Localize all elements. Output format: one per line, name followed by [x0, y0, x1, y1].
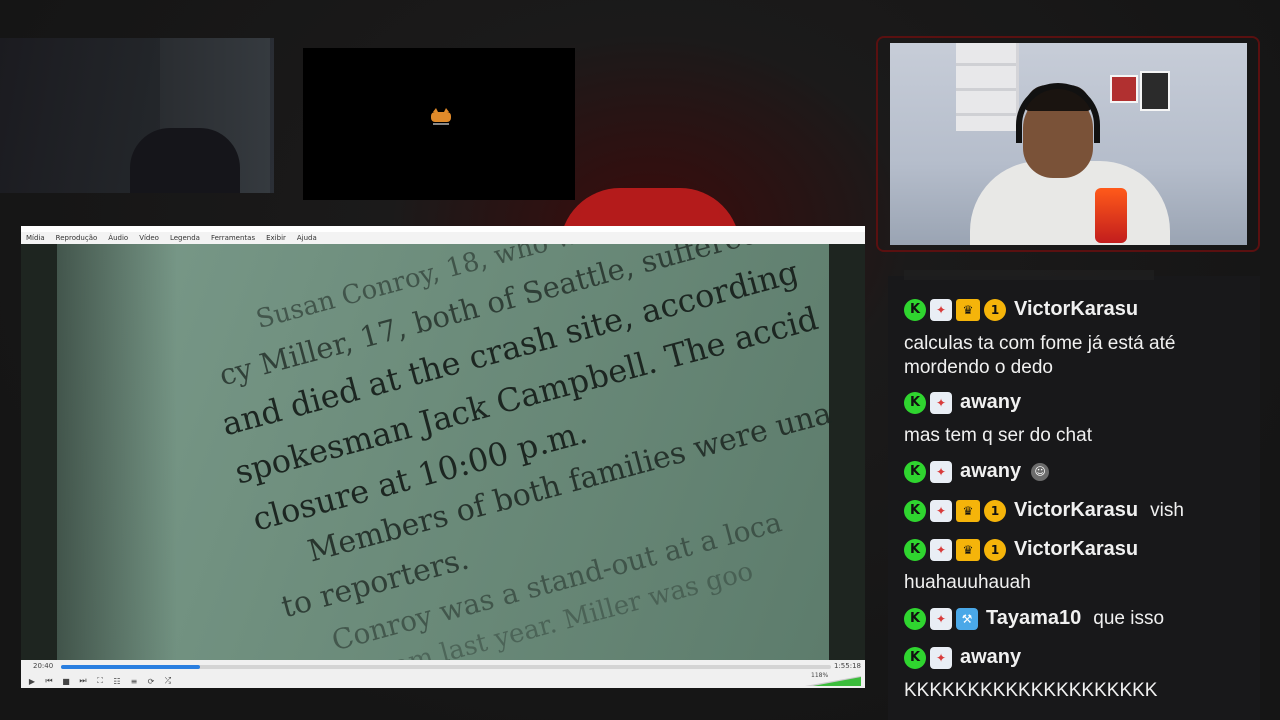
gift-badge-icon: ✦ — [930, 538, 952, 561]
chat-text: mas tem q ser do chat — [904, 425, 1092, 446]
emote-icon: ☺ — [1031, 462, 1050, 481]
chat-message: K ✦ ⚒ Tayama10 que isso — [904, 607, 1164, 630]
gift-badge-icon: ✦ — [930, 646, 952, 669]
headset-icon — [1016, 83, 1100, 143]
chat-panel: K ✦ ♛ 1 VictorKarasu calculas ta com fom… — [888, 270, 1260, 720]
fullscreen-icon[interactable]: ⛶ — [95, 676, 105, 686]
gift-badge-icon: ✦ — [930, 607, 952, 630]
cat-logo-icon — [431, 108, 451, 125]
player-controls: 20:40 1:55:18 ▶ ⏮ ■ ⏭ ⛶ ☷ ≡ ⟳ ⤮ 118% — [21, 660, 865, 688]
chat-text: KKKKKKKKKKKKKKKKKKKK — [904, 680, 1158, 701]
gift-badge-icon: ✦ — [930, 460, 952, 483]
media-player-window: Mídia Reprodução Áudio Vídeo Legenda Fer… — [21, 226, 865, 688]
chat-message: K ✦ awany ☺ — [904, 460, 1050, 483]
menu-legenda[interactable]: Legenda — [170, 232, 200, 244]
crown-badge-icon: ♛ — [956, 538, 980, 561]
menu-midia[interactable]: Mídia — [26, 232, 45, 244]
chat-message: K ✦ ♛ 1 VictorKarasu — [904, 298, 1138, 321]
extended-settings-icon[interactable]: ☷ — [112, 676, 122, 686]
gift-badge-icon: ✦ — [930, 499, 952, 522]
chat-username[interactable]: awany — [960, 391, 1021, 414]
chat-text: huahauuhauah — [904, 572, 1031, 593]
gift-badge-icon: ✦ — [930, 391, 952, 414]
seek-bar[interactable] — [61, 665, 831, 669]
menu-ferramentas[interactable]: Ferramentas — [211, 232, 255, 244]
menu-audio[interactable]: Áudio — [108, 232, 128, 244]
time-total: 1:55:18 — [834, 662, 861, 670]
chat-username[interactable]: VictorKarasu — [1014, 499, 1138, 522]
chat-message: K ✦ awany — [904, 646, 1021, 669]
play-icon[interactable]: ▶ — [27, 676, 37, 686]
shuffle-icon[interactable]: ⤮ — [163, 676, 173, 686]
volume-slider[interactable]: 118% — [805, 672, 861, 686]
subscriber-badge-icon: 1 — [984, 298, 1006, 321]
kick-badge-icon: K — [904, 298, 926, 321]
chat-text: que isso — [1093, 607, 1165, 629]
kick-badge-icon: K — [904, 646, 926, 669]
crown-badge-icon: ♛ — [956, 499, 980, 522]
kick-badge-icon: K — [904, 499, 926, 522]
playlist-icon[interactable]: ≡ — [129, 676, 139, 686]
loop-icon[interactable]: ⟳ — [146, 676, 156, 686]
chat-username[interactable]: awany — [960, 460, 1021, 483]
secondary-camera-feed — [0, 38, 274, 193]
gift-badge-icon: ✦ — [930, 298, 952, 321]
stop-icon[interactable]: ■ — [61, 676, 71, 686]
chat-message: K ✦ ♛ 1 VictorKarasu vish — [904, 499, 1184, 522]
menu-reproducao[interactable]: Reprodução — [56, 232, 98, 244]
video-frame[interactable]: Susan Conroy, 18, who was driving, and c… — [21, 244, 865, 660]
moderator-hammer-icon: ⚒ — [956, 607, 978, 630]
kick-badge-icon: K — [904, 607, 926, 630]
chat-username[interactable]: Tayama10 — [986, 607, 1081, 630]
volume-label: 118% — [811, 672, 829, 679]
menu-video[interactable]: Vídeo — [139, 232, 159, 244]
time-elapsed: 20:40 — [33, 662, 54, 670]
crown-badge-icon: ♛ — [956, 298, 980, 321]
subscriber-badge-icon: 1 — [984, 538, 1006, 561]
streamer-webcam — [890, 43, 1247, 245]
kick-badge-icon: K — [904, 391, 926, 414]
chat-message: K ✦ ♛ 1 VictorKarasu — [904, 538, 1138, 561]
mini-video-window — [303, 48, 575, 200]
chat-username[interactable]: VictorKarasu — [1014, 298, 1138, 321]
lamp-decoration — [1095, 188, 1127, 243]
menu-ajuda[interactable]: Ajuda — [297, 232, 317, 244]
previous-icon[interactable]: ⏮ — [44, 676, 54, 686]
chat-text: vish — [1150, 499, 1184, 521]
chat-username[interactable]: VictorKarasu — [1014, 538, 1138, 561]
kick-badge-icon: K — [904, 538, 926, 561]
next-icon[interactable]: ⏭ — [78, 676, 88, 686]
menu-exibir[interactable]: Exibir — [266, 232, 286, 244]
subscriber-badge-icon: 1 — [984, 499, 1006, 522]
kick-badge-icon: K — [904, 460, 926, 483]
chat-username[interactable]: awany — [960, 646, 1021, 669]
chat-text: calculas ta com fome já está até mordend… — [904, 333, 1176, 378]
chat-message: K ✦ awany — [904, 391, 1021, 414]
newspaper-page: Susan Conroy, 18, who was driving, and c… — [57, 244, 835, 660]
seek-progress — [61, 665, 200, 669]
